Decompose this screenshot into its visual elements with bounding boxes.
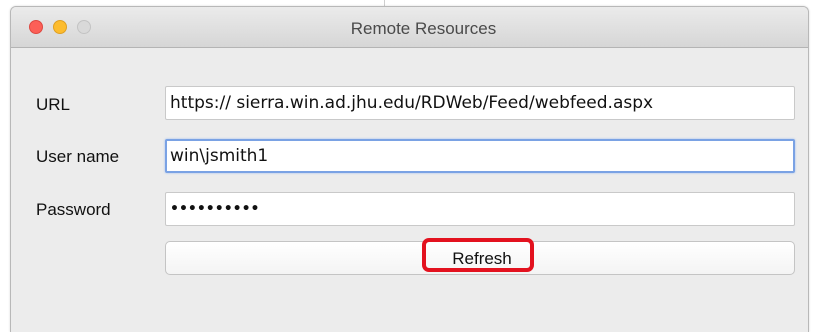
url-field[interactable]: https:// sierra.win.ad.jhu.edu/RDWeb/Fee…: [165, 86, 795, 120]
password-label: Password: [36, 200, 111, 219]
refresh-button[interactable]: Refresh: [165, 241, 795, 275]
window-title: Remote Resources: [350, 19, 497, 38]
refresh-button-label: Refresh: [452, 249, 512, 268]
url-label: URL: [36, 95, 71, 114]
remote-resources-window: Remote Resources URL https:// sierra.win…: [10, 6, 809, 332]
password-field[interactable]: ••••••••••: [165, 192, 795, 226]
username-label: User name: [36, 147, 120, 166]
username-field[interactable]: win\jsmith1: [165, 139, 795, 173]
title-bar: Remote Resources: [11, 7, 808, 48]
